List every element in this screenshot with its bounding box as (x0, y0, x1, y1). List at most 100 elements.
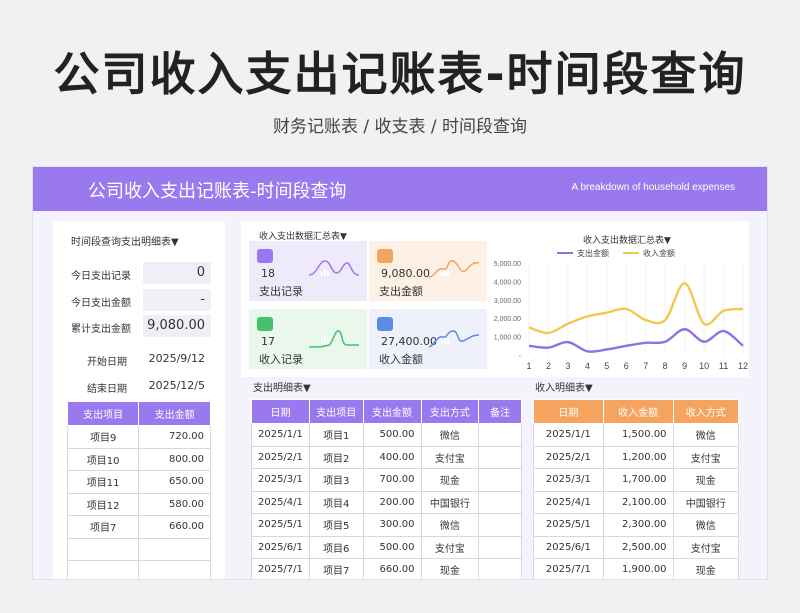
expense-item-cell[interactable]: 项目10 (66, 447, 140, 471)
expense-detail-cell[interactable]: 项目7 (308, 558, 364, 579)
income-detail-cell[interactable]: 支付宝 (672, 535, 740, 559)
x-tick-label: 12 (738, 361, 748, 371)
expense-detail-cell[interactable]: 微信 (420, 423, 480, 447)
expense-detail-cell[interactable]: 项目6 (308, 535, 364, 559)
income-detail-cell[interactable]: 2025/5/1 (533, 513, 604, 537)
left-expense-table: 支出项目 支出金额 项目9 720.00 项目10 800.00 项目11 650.00 项… (66, 401, 211, 579)
income-detail-cell[interactable]: 2025/1/1 (533, 423, 604, 447)
expense-detail-cell[interactable]: 2025/6/1 (251, 535, 310, 559)
table-row: 2025/3/1 项目3 700.00 现金 (251, 468, 522, 492)
income-detail-cell[interactable]: 现金 (672, 468, 740, 492)
expense-item-cell[interactable]: 项目11 (66, 470, 140, 494)
series-line-0 (528, 328, 744, 353)
expense-amount-cell[interactable]: 800.00 (138, 447, 211, 471)
expense-detail-header: 支出项目 (308, 399, 364, 424)
expense-item-cell[interactable] (66, 537, 140, 561)
income-detail-cell[interactable]: 2,300.00 (602, 513, 674, 537)
expense-detail-header: 支出金额 (362, 399, 422, 424)
expense-detail-cell[interactable]: 项目5 (308, 513, 364, 537)
card-value: 18 (261, 267, 275, 280)
expense-amount-cell[interactable] (138, 537, 211, 561)
expense-detail-cell[interactable] (478, 558, 522, 579)
card-value: 9,080.00 (381, 267, 430, 280)
series-line-1 (528, 282, 744, 335)
x-tick-label: 8 (663, 361, 668, 371)
income-detail-cell[interactable]: 2025/7/1 (533, 558, 604, 579)
income-detail-cell[interactable]: 2025/2/1 (533, 445, 604, 469)
expense-item-cell[interactable]: 项目9 (66, 425, 140, 449)
income-detail-cell[interactable]: 现金 (672, 558, 740, 579)
expense-detail-cell[interactable]: 2025/4/1 (251, 490, 310, 514)
expense-detail-cell[interactable]: 项目4 (308, 490, 364, 514)
table-row: 2025/2/1 项目2 400.00 支付宝 (251, 445, 522, 469)
expense-detail-cell[interactable]: 微信 (420, 513, 480, 537)
income-detail-cell[interactable]: 中国银行 (672, 490, 740, 514)
today-count-value[interactable]: 0 (143, 262, 211, 284)
income-detail-cell[interactable]: 支付宝 (672, 445, 740, 469)
expense-detail-cell[interactable]: 660.00 (362, 558, 422, 579)
income-detail-cell[interactable]: 微信 (672, 423, 740, 447)
expense-detail-cell[interactable]: 项目3 (308, 468, 364, 492)
expense-item-cell[interactable]: 项目7 (66, 515, 140, 539)
income-detail-cell[interactable]: 2025/3/1 (533, 468, 604, 492)
expense-amount-cell[interactable]: 660.00 (138, 515, 211, 539)
expense-detail-cell[interactable]: 500.00 (362, 423, 422, 447)
table-row: 2025/7/1 1,900.00 现金 (533, 558, 740, 579)
sparkline-path (429, 330, 480, 348)
income-detail-cell[interactable]: 1,500.00 (602, 423, 674, 447)
page-main-title: 公司收入支出记账表-时间段查询 (53, 47, 747, 101)
expense-detail-cell[interactable]: 支付宝 (420, 445, 480, 469)
income-detail-cell[interactable]: 2025/4/1 (533, 490, 604, 514)
start-date-input[interactable]: 2025/9/12 (143, 348, 211, 370)
expense-detail-cell[interactable]: 700.00 (362, 468, 422, 492)
expense-item-cell[interactable] (66, 560, 140, 579)
income-detail-cell[interactable]: 2,500.00 (602, 535, 674, 559)
expense-detail-cell[interactable] (478, 513, 522, 537)
table-row: 项目12 580.00 (66, 492, 211, 516)
expense-amount-cell[interactable]: 650.00 (138, 470, 211, 494)
income-detail-cell[interactable]: 1,200.00 (602, 445, 674, 469)
income-detail-cell[interactable]: 微信 (672, 513, 740, 537)
expense-detail-cell[interactable]: 支付宝 (420, 535, 480, 559)
left-section-title[interactable]: 时间段查询支出明细表▼ (71, 233, 179, 248)
expense-detail-cell[interactable] (478, 490, 522, 514)
expense-detail-cell[interactable]: 2025/2/1 (251, 445, 310, 469)
expense-detail-cell[interactable] (478, 468, 522, 492)
expense-detail-cell[interactable]: 项目2 (308, 445, 364, 469)
expense-detail-cell[interactable] (478, 423, 522, 447)
expense-detail-cell[interactable] (478, 535, 522, 559)
expense-detail-cell[interactable]: 现金 (420, 558, 480, 579)
sparkline-path (309, 330, 359, 348)
expense-amount-cell[interactable] (138, 560, 211, 579)
expense-detail-cell[interactable]: 中国银行 (420, 490, 480, 514)
expense-detail-cell[interactable]: 400.00 (362, 445, 422, 469)
income-detail-cell[interactable]: 1,700.00 (602, 468, 674, 492)
today-amount-value[interactable]: - (143, 289, 211, 311)
expense-detail-cell[interactable]: 2025/7/1 (251, 558, 310, 579)
total-amount-value[interactable]: 9,080.00 (143, 315, 211, 337)
expense-detail-header: 日期 (251, 399, 310, 424)
income-detail-title[interactable]: 收入明细表▼ (535, 379, 593, 394)
income-detail-cell[interactable]: 2025/6/1 (533, 535, 604, 559)
expense-detail-cell[interactable]: 200.00 (362, 490, 422, 514)
x-tick-label: 9 (682, 361, 687, 371)
expense-detail-cell[interactable]: 500.00 (362, 535, 422, 559)
expense-detail-cell[interactable] (478, 445, 522, 469)
expense-detail-cell[interactable]: 2025/5/1 (251, 513, 310, 537)
table-row: 2025/7/1 项目7 660.00 现金 (251, 558, 522, 579)
expense-item-cell[interactable]: 项目12 (66, 492, 140, 516)
expense-detail-cell[interactable]: 2025/3/1 (251, 468, 310, 492)
expense-amount-cell[interactable]: 580.00 (138, 492, 211, 516)
income-detail-header: 收入金额 (602, 399, 674, 424)
expense-detail-cell[interactable]: 现金 (420, 468, 480, 492)
sparkline (309, 330, 359, 348)
expense-detail-cell[interactable]: 2025/1/1 (251, 423, 310, 447)
end-date-input[interactable]: 2025/12/5 (143, 375, 211, 397)
income-detail-cell[interactable]: 2,100.00 (602, 490, 674, 514)
expense-detail-cell[interactable]: 项目1 (308, 423, 364, 447)
income-detail-cell[interactable]: 1,900.00 (602, 558, 674, 579)
expense-detail-title[interactable]: 支出明细表▼ (253, 379, 311, 394)
expense-detail-cell[interactable]: 300.00 (362, 513, 422, 537)
chart-bar-icon (257, 249, 329, 276)
expense-amount-cell[interactable]: 720.00 (138, 425, 211, 449)
